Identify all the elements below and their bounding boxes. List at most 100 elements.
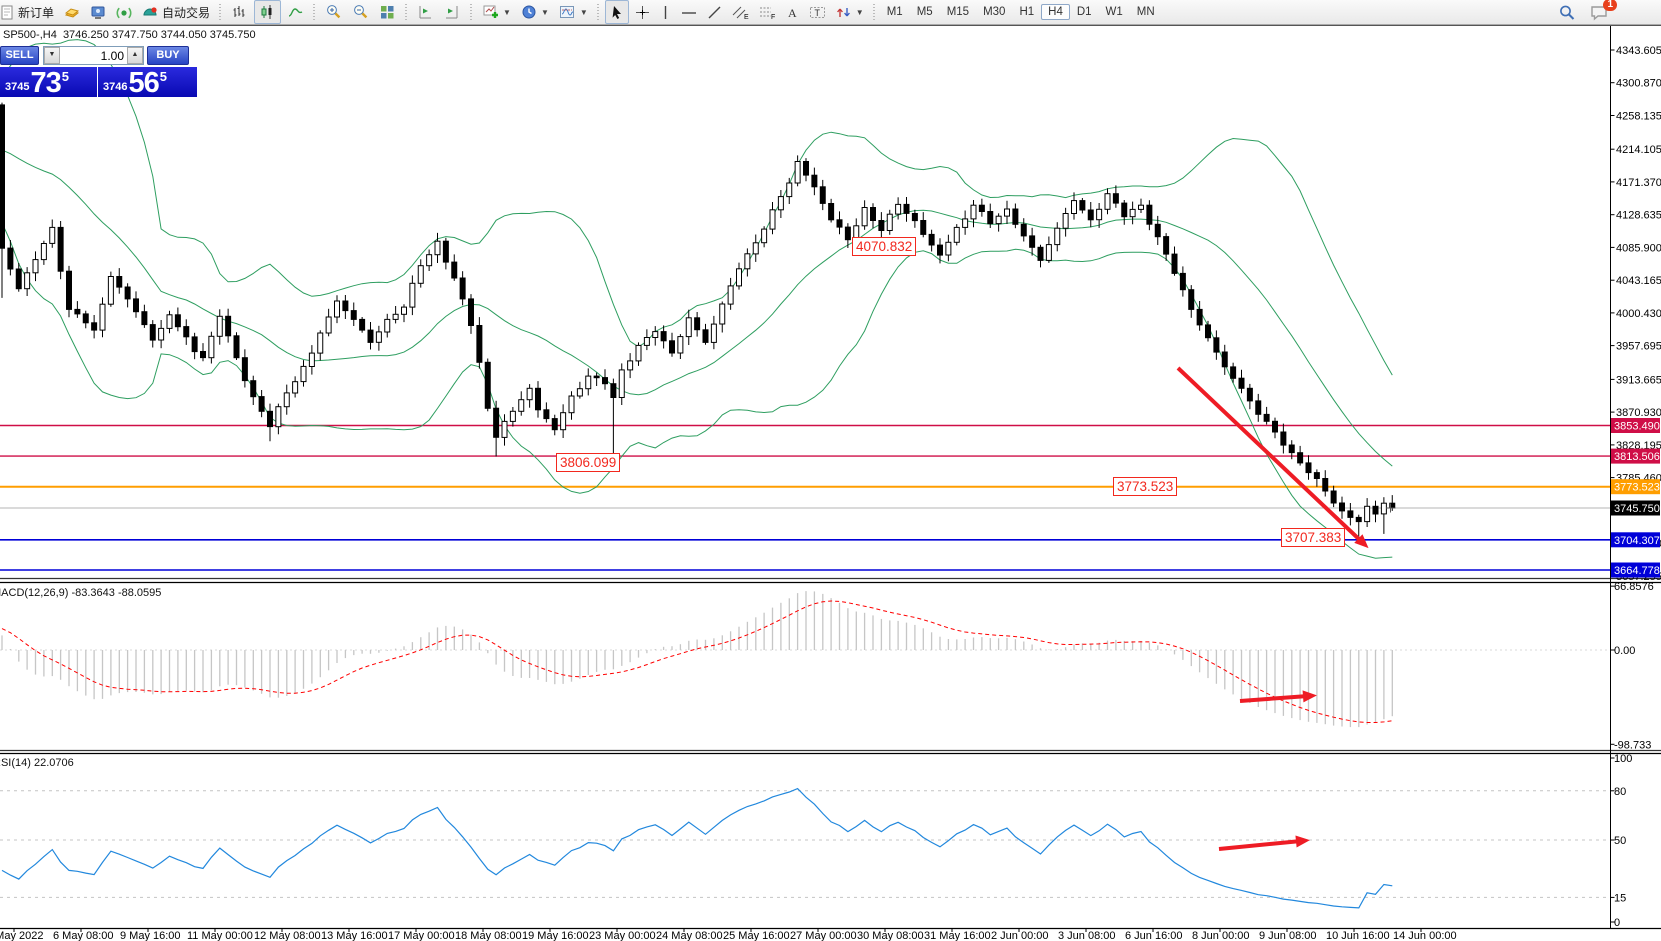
- time-tick-label: 8 Jun 00:00: [1192, 930, 1250, 941]
- macd-label: MACD(12,26,9) -83.3643 -88.0595: [0, 587, 161, 599]
- time-tick-label: 19 May 16:00: [522, 930, 589, 941]
- price-tick-label: 3870.930: [1616, 407, 1661, 419]
- toolbar-grip[interactable]: [871, 4, 878, 20]
- toolbar-grip[interactable]: [468, 4, 475, 20]
- time-tick-label: 6 May 08:00: [53, 930, 114, 941]
- chart-shift-icon: [417, 4, 434, 20]
- tab-timeframe-m15[interactable]: M15: [940, 4, 976, 20]
- volume-decrease-button[interactable]: ▼: [44, 47, 60, 64]
- chart-text-label[interactable]: 3773.523: [1113, 477, 1177, 496]
- arrows-tool-button[interactable]: ▼: [832, 1, 868, 23]
- line-chart-type-button[interactable]: [283, 1, 308, 23]
- chart-text-label[interactable]: 3806.099: [556, 453, 620, 472]
- time-tick-label: 3 Jun 08:00: [1058, 930, 1116, 941]
- price-tick-label: 4043.165: [1616, 275, 1661, 287]
- text-tool-button[interactable]: A: [782, 1, 803, 23]
- svg-text:3773.523: 3773.523: [1614, 482, 1660, 494]
- auto-scroll-button[interactable]: [440, 1, 465, 23]
- market-watch-button[interactable]: [60, 1, 84, 23]
- tab-timeframe-w1[interactable]: W1: [1099, 4, 1130, 20]
- macd-tick-label: 66.8576: [1614, 581, 1654, 593]
- toolbar-grip[interactable]: [217, 4, 224, 20]
- price-tick-label: 4171.370: [1616, 177, 1661, 189]
- market-watch-icon: [64, 5, 80, 20]
- svg-text:3745.750: 3745.750: [1614, 503, 1660, 515]
- rsi-tick-label: 80: [1614, 786, 1626, 798]
- toolbar-grip[interactable]: [403, 4, 410, 20]
- buy-quote-panel[interactable]: 3746 56 5: [98, 67, 197, 97]
- tab-timeframe-d1[interactable]: D1: [1070, 4, 1099, 20]
- channel-tool-button[interactable]: E: [728, 1, 753, 23]
- time-axis: 4 May 20226 May 08:009 May 16:0011 May 0…: [0, 928, 1457, 941]
- chart-text-label[interactable]: 4070.832: [852, 237, 916, 256]
- trendline-icon: [707, 5, 722, 20]
- trendline-tool-button[interactable]: [703, 1, 726, 23]
- tab-timeframe-m30[interactable]: M30: [976, 4, 1012, 20]
- volume-increase-button[interactable]: ▲: [127, 47, 143, 64]
- price-tick-label: 4300.870: [1616, 78, 1661, 90]
- auto-scroll-icon: [444, 4, 461, 20]
- svg-text:E: E: [744, 14, 749, 20]
- tab-timeframe-h4[interactable]: H4: [1041, 4, 1070, 20]
- periods-button[interactable]: ▼: [517, 1, 553, 23]
- cursor-tool-button[interactable]: [605, 0, 629, 24]
- auto-trading-icon: [142, 5, 159, 20]
- price-tick-label: 4128.635: [1616, 210, 1661, 222]
- tab-timeframe-h1[interactable]: H1: [1012, 4, 1041, 20]
- dropdown-caret: ▼: [856, 8, 864, 17]
- chart-shift-button[interactable]: [413, 1, 438, 23]
- chart-ohlc-values: 3746.250 3747.750 3744.050 3745.750: [63, 29, 256, 41]
- candlestick-chart-type-button[interactable]: [254, 0, 281, 24]
- zoom-out-button[interactable]: [348, 1, 373, 23]
- text-label-tool-button[interactable]: T: [805, 1, 830, 23]
- toolbar-grip[interactable]: [311, 4, 318, 20]
- new-order-icon: [0, 5, 15, 20]
- buy-price-prefix: 3746: [103, 81, 127, 93]
- new-order-button[interactable]: 新订单: [0, 1, 58, 23]
- svg-text:3664.778: 3664.778: [1614, 565, 1660, 577]
- new-chart-button[interactable]: ▼: [478, 1, 515, 23]
- rsi-tick-label: 100: [1614, 753, 1632, 765]
- time-tick-label: 2 Jun 00:00: [991, 930, 1049, 941]
- sell-quote-panel[interactable]: 3745 73 5: [0, 67, 97, 97]
- chart-canvas[interactable]: 4343.6054300.8704258.1354214.1054171.370…: [0, 0, 1661, 941]
- time-tick-label: 12 May 08:00: [254, 930, 321, 941]
- new-chart-icon: [482, 4, 499, 20]
- zoom-in-button[interactable]: [321, 1, 346, 23]
- vertical-line-tool-button[interactable]: [656, 1, 675, 23]
- data-window-button[interactable]: [86, 1, 110, 23]
- mt4-terminal: { "window": {"title_symbol": "SP500-,H4"…: [0, 0, 1661, 941]
- rsi-tick-label: 0: [1614, 917, 1620, 929]
- buy-button[interactable]: BUY: [147, 46, 189, 65]
- search-icon[interactable]: [1558, 4, 1576, 21]
- bar-chart-type-button[interactable]: [227, 1, 252, 23]
- tab-timeframe-m5[interactable]: M5: [910, 4, 940, 20]
- clock-icon: [521, 4, 537, 20]
- volume-input[interactable]: [60, 48, 127, 64]
- svg-text:F: F: [771, 14, 775, 20]
- tile-windows-button[interactable]: [375, 1, 400, 23]
- sell-button[interactable]: SELL: [0, 46, 39, 65]
- buy-price-pip: 5: [160, 69, 167, 84]
- dropdown-caret: ▼: [503, 8, 511, 17]
- chart-text-label[interactable]: 3707.383: [1281, 528, 1345, 547]
- time-tick-label: 11 May 00:00: [187, 930, 253, 941]
- fibonacci-tool-button[interactable]: F: [755, 1, 780, 23]
- chart-background: [0, 25, 1661, 941]
- tab-timeframe-mn[interactable]: MN: [1130, 4, 1162, 20]
- price-tick-label: 3957.695: [1616, 341, 1661, 353]
- tab-timeframe-m1[interactable]: M1: [880, 4, 910, 20]
- indicators-button[interactable]: ▼: [555, 1, 592, 23]
- svg-text:A: A: [788, 6, 797, 20]
- text-icon: A: [786, 5, 799, 20]
- crosshair-tool-button[interactable]: [631, 1, 654, 23]
- notifications-button[interactable]: 1: [1590, 4, 1609, 21]
- toolbar-grip[interactable]: [595, 4, 602, 20]
- rsi-tick-label: 15: [1614, 892, 1626, 904]
- horizontal-line-tool-button[interactable]: [677, 1, 701, 23]
- horizontal-line-icon: [681, 5, 697, 20]
- price-tick-label: 4085.900: [1616, 242, 1661, 254]
- signal-button[interactable]: [112, 1, 136, 23]
- auto-trading-button[interactable]: 自动交易: [138, 1, 214, 23]
- candlestick-chart-icon: [259, 4, 276, 20]
